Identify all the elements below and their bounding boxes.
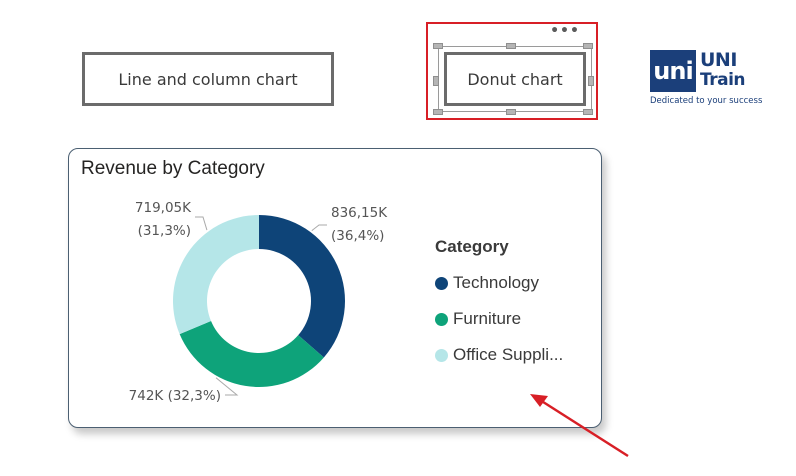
annotation-arrow-icon <box>530 394 629 458</box>
